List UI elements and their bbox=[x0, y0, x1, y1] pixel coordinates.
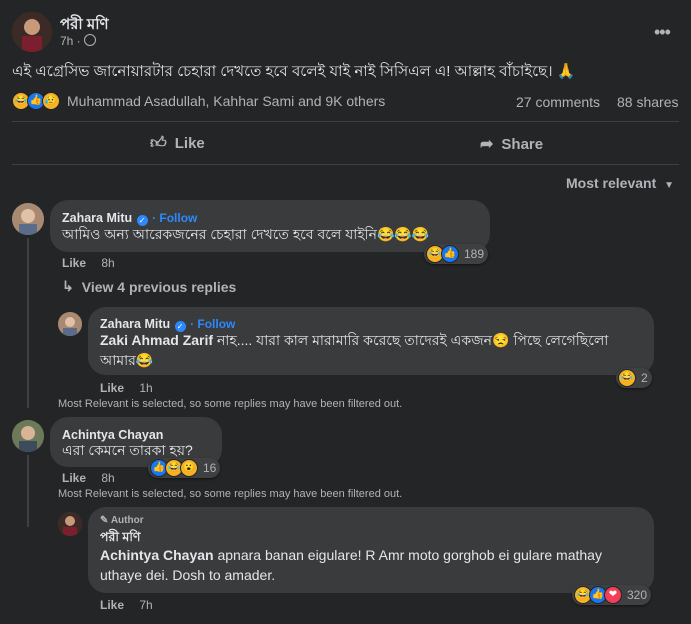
thread-line bbox=[27, 238, 29, 408]
love-icon: ❤ bbox=[604, 586, 622, 604]
like-button[interactable]: 👍︎ Like bbox=[150, 134, 205, 153]
avatar[interactable] bbox=[12, 203, 44, 235]
comment-text: আমিও অন্য আরেকজনের চেহারা দেখতে হবে বলে … bbox=[62, 226, 430, 242]
author-badge: ✎ Author bbox=[100, 515, 144, 526]
comment-reactions[interactable]: 😂 👍 189 bbox=[424, 244, 489, 264]
commenter-name[interactable]: Zahara Mitu bbox=[100, 317, 170, 331]
reactions-summary: Muhammad Asadullah, Kahhar Sami and 9K o… bbox=[67, 93, 386, 109]
like-icon: 👍 bbox=[441, 245, 459, 263]
comment-reactions[interactable]: 😂 2 bbox=[616, 368, 652, 388]
more-dots-icon[interactable]: ••• bbox=[654, 22, 671, 43]
commenter-name[interactable]: Zahara Mitu bbox=[62, 211, 132, 225]
reply-actions: Like 7h bbox=[100, 598, 153, 612]
view-previous-replies[interactable]: ↳ View 4 previous replies bbox=[62, 278, 236, 295]
comment-bubble: Zahara Mitu ✓ · Follow আমিও অন্য আরেকজনে… bbox=[50, 200, 490, 252]
filter-note: Most Relevant is selected, so some repli… bbox=[58, 398, 403, 410]
author-badge-label: Author bbox=[110, 515, 144, 526]
reply-like-button[interactable]: Like bbox=[100, 381, 124, 395]
reply-bubble: Zahara Mitu ✓ · Follow Zaki Ahmad Zarif … bbox=[88, 307, 654, 375]
comment-actions: Like 8h bbox=[62, 471, 115, 485]
reply-time[interactable]: 7h bbox=[139, 598, 152, 612]
reaction-count: 2 bbox=[641, 371, 648, 385]
avatar[interactable] bbox=[58, 312, 82, 336]
share-icon: ➦ bbox=[480, 136, 494, 153]
avatar[interactable] bbox=[58, 512, 82, 536]
follow-link[interactable]: · Follow bbox=[152, 211, 197, 225]
wow-icon: 😮 bbox=[180, 459, 198, 477]
comments-count[interactable]: 27 comments bbox=[516, 94, 600, 110]
thread-line bbox=[27, 455, 29, 527]
divider bbox=[12, 164, 679, 165]
tagged-user[interactable]: Achintya Chayan bbox=[100, 547, 214, 563]
tagged-user[interactable]: Zaki Ahmad Zarif bbox=[100, 332, 213, 348]
globe-icon bbox=[84, 34, 97, 46]
reaction-count: 189 bbox=[464, 247, 485, 261]
reply-text: Achintya Chayan apnara banan eigulare! R… bbox=[100, 545, 640, 585]
author-badge-icon: ✎ bbox=[100, 515, 109, 526]
shares-count[interactable]: 88 shares bbox=[617, 94, 678, 110]
comment-reactions[interactable]: 😂 👍 ❤ 320 bbox=[572, 585, 652, 605]
thumbs-up-icon: 👍︎ bbox=[150, 135, 167, 152]
post-text: এই এগ্রেসিভ জানোয়ারটার চেহারা দেখতে হবে… bbox=[12, 63, 576, 80]
share-label: Share bbox=[501, 135, 544, 153]
reply-time[interactable]: 1h bbox=[139, 381, 152, 395]
comment-time[interactable]: 8h bbox=[101, 256, 114, 270]
haha-icon: 😂 bbox=[618, 369, 636, 387]
reaction-count: 16 bbox=[203, 461, 217, 475]
reply-actions: Like 1h bbox=[100, 381, 153, 395]
comment-time[interactable]: 8h bbox=[101, 471, 114, 485]
comment-reactions[interactable]: 👍 😂 😮 16 bbox=[148, 458, 221, 478]
reply-like-button[interactable]: Like bbox=[100, 598, 124, 612]
sort-label: Most relevant bbox=[566, 175, 657, 191]
reply-arrow-icon: ↳ bbox=[62, 278, 74, 294]
reaction-count: 320 bbox=[627, 588, 648, 602]
post-author-avatar[interactable] bbox=[12, 12, 52, 52]
view-replies-label: View 4 previous replies bbox=[81, 278, 237, 295]
divider bbox=[12, 121, 679, 122]
avatar[interactable] bbox=[12, 420, 44, 452]
sort-dropdown[interactable]: Most relevant ▼ bbox=[566, 175, 674, 191]
post-time[interactable]: 7h · bbox=[60, 34, 81, 48]
reply-text: Zaki Ahmad Zarif নাহ.... যারা কাল মারামা… bbox=[100, 330, 620, 370]
comment-text: এরা কেমনে তারকা হয়? bbox=[62, 442, 193, 458]
like-label: Like bbox=[174, 135, 205, 152]
follow-link[interactable]: · Follow bbox=[190, 317, 235, 331]
sad-icon: 😥 bbox=[42, 92, 60, 110]
post-reactions[interactable]: 😂 👍 😥 Muhammad Asadullah, Kahhar Sami an… bbox=[12, 92, 385, 110]
filter-note: Most Relevant is selected, so some repli… bbox=[58, 488, 403, 500]
caret-down-icon: ▼ bbox=[664, 180, 675, 191]
comment-like-button[interactable]: Like bbox=[62, 256, 86, 270]
comment-actions: Like 8h bbox=[62, 256, 115, 270]
reply-bubble: ✎ Author পরী মণি Achintya Chayan apnara … bbox=[88, 507, 654, 593]
post-meta: 7h · bbox=[60, 34, 97, 48]
share-button[interactable]: ➦ Share bbox=[480, 134, 543, 154]
comment-like-button[interactable]: Like bbox=[62, 471, 86, 485]
